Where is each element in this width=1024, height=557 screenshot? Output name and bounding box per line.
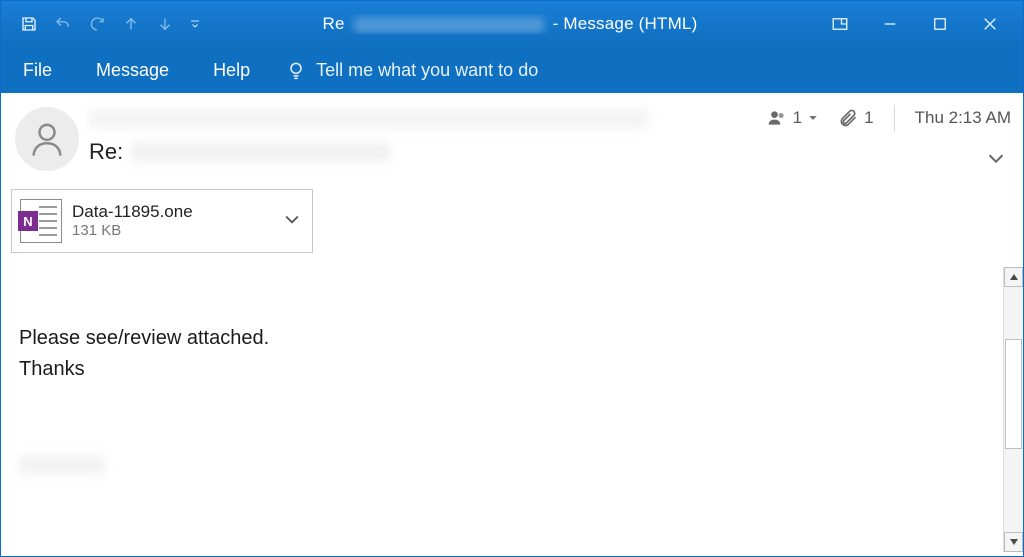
attachments-indicator[interactable]: 1: [838, 108, 873, 128]
recipients-indicator[interactable]: 1: [767, 108, 818, 128]
paperclip-icon: [838, 108, 858, 128]
attachment-text: Data-11895.one 131 KB: [72, 201, 272, 241]
sender-avatar[interactable]: [15, 107, 79, 171]
subject-prefix: Re:: [89, 139, 123, 165]
recipients-count: 1: [793, 108, 802, 128]
chevron-down-icon: [282, 209, 302, 229]
timestamp: Thu 2:13 AM: [915, 108, 1011, 128]
next-item-down-icon[interactable]: [155, 14, 175, 34]
attachments-count: 1: [864, 108, 873, 128]
triangle-down-icon: [1009, 537, 1019, 547]
menu-message[interactable]: Message: [74, 47, 191, 93]
minimize-icon[interactable]: [879, 13, 901, 35]
subject-redacted: [131, 142, 391, 162]
triangle-up-icon: [1009, 272, 1019, 282]
onenote-file-icon: N: [20, 199, 62, 243]
redo-icon[interactable]: [87, 14, 107, 34]
subject-line: Re:: [87, 139, 767, 165]
attachment-item[interactable]: N Data-11895.one 131 KB: [11, 189, 313, 253]
header-center: Re:: [87, 101, 767, 174]
close-icon[interactable]: [979, 13, 1001, 35]
title-redacted: [354, 17, 544, 33]
scroll-down-button[interactable]: [1004, 532, 1023, 552]
undo-icon[interactable]: [53, 14, 73, 34]
ribbon-display-options-icon[interactable]: [829, 13, 851, 35]
quick-access-toolbar: [1, 14, 201, 34]
attachment-name: Data-11895.one: [72, 201, 272, 222]
title-bar: Re - Message (HTML): [1, 1, 1023, 47]
tell-me-label: Tell me what you want to do: [316, 60, 538, 81]
title-prefix: Re: [323, 14, 345, 33]
title-suffix: - Message (HTML): [553, 14, 698, 33]
body-line-1: Please see/review attached.: [19, 323, 989, 354]
chevron-down-icon: [808, 113, 818, 123]
window-title: Re - Message (HTML): [201, 14, 819, 34]
menu-file[interactable]: File: [1, 47, 74, 93]
previous-item-up-icon[interactable]: [121, 14, 141, 34]
people-icon: [767, 108, 787, 128]
tell-me-search[interactable]: Tell me what you want to do: [272, 60, 538, 81]
message-header: Re: 1 1 Thu 2:13 AM: [1, 93, 1023, 183]
body-line-2: Thanks: [19, 354, 989, 385]
qat-customize-dropdown-icon[interactable]: [189, 14, 201, 34]
message-body: Please see/review attached. Thanks: [1, 263, 1003, 556]
menu-help[interactable]: Help: [191, 47, 272, 93]
vertical-scrollbar[interactable]: [1003, 267, 1023, 552]
menu-bar: File Message Help Tell me what you want …: [1, 47, 1023, 93]
onenote-badge: N: [18, 211, 38, 231]
attachment-size: 131 KB: [72, 222, 272, 241]
message-body-wrap: Please see/review attached. Thanks: [1, 263, 1023, 556]
sender-redacted: [89, 109, 649, 129]
scroll-track[interactable]: [1004, 287, 1023, 532]
expand-header-button[interactable]: [985, 147, 1011, 174]
chevron-down-icon: [985, 147, 1007, 169]
header-right: 1 1 Thu 2:13 AM: [767, 101, 1011, 174]
signature-redacted: [19, 455, 105, 475]
scroll-up-button[interactable]: [1004, 267, 1023, 287]
attachments-row: N Data-11895.one 131 KB: [1, 183, 1023, 263]
header-meta-row: 1 1 Thu 2:13 AM: [767, 105, 1011, 131]
scroll-thumb[interactable]: [1005, 339, 1022, 449]
save-icon[interactable]: [19, 14, 39, 34]
window-controls: [819, 13, 1023, 35]
meta-separator: [894, 105, 895, 131]
person-icon: [27, 119, 67, 159]
outlook-message-window: Re - Message (HTML) File Message Help Te: [0, 0, 1024, 557]
attachment-menu-button[interactable]: [282, 209, 302, 234]
maximize-icon[interactable]: [929, 13, 951, 35]
lightbulb-icon: [286, 60, 306, 80]
